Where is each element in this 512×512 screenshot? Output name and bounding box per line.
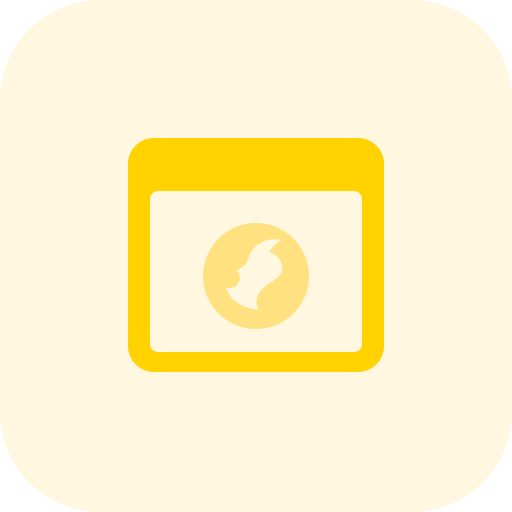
browser-globe-app-icon (0, 0, 512, 512)
browser-globe-icon (0, 0, 512, 512)
globe-icon (203, 223, 309, 329)
